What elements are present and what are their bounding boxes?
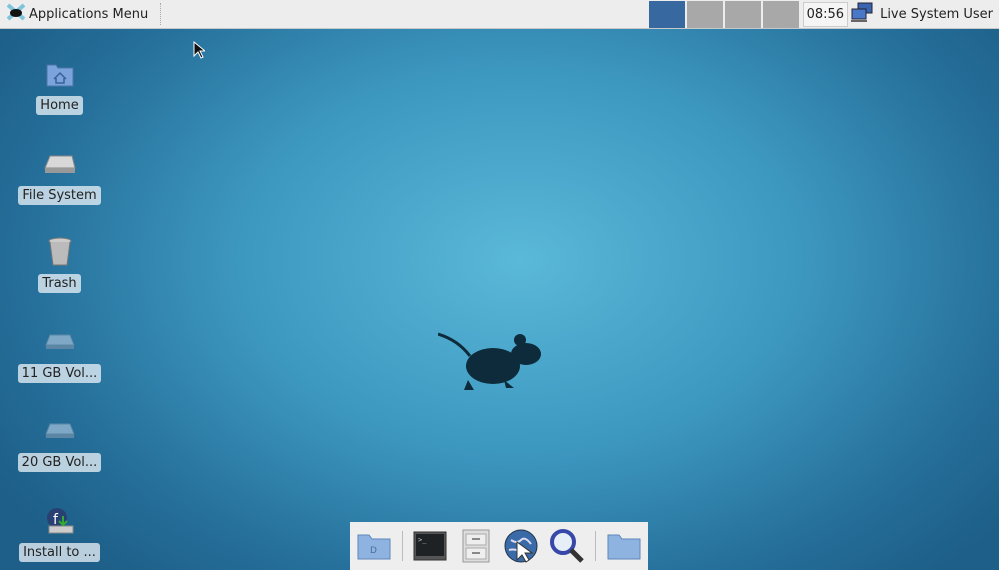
clock[interactable]: 08:56 bbox=[802, 1, 849, 27]
network-icon[interactable] bbox=[850, 1, 874, 27]
file-cabinet-icon[interactable] bbox=[458, 528, 494, 564]
dock-panel: D >_ bbox=[350, 522, 648, 570]
terminal-icon[interactable]: >_ bbox=[412, 528, 448, 564]
icon-label: Home bbox=[36, 96, 83, 115]
icon-label: Trash bbox=[38, 274, 81, 293]
show-desktop-icon[interactable]: D bbox=[356, 528, 392, 564]
drive-icon bbox=[44, 326, 76, 358]
xfce-mouse-wallpaper-logo bbox=[437, 330, 550, 396]
workspace-4[interactable] bbox=[762, 0, 799, 28]
installer-icon: f bbox=[44, 505, 76, 537]
desktop-icon-file-system[interactable]: File System bbox=[18, 148, 101, 205]
web-browser-icon[interactable] bbox=[503, 528, 539, 564]
user-menu[interactable]: Live System User bbox=[874, 7, 999, 22]
icon-label: 20 GB Vol... bbox=[17, 453, 102, 472]
panel-separator bbox=[160, 3, 162, 25]
applications-menu-button[interactable]: Applications Menu bbox=[0, 0, 154, 29]
icon-label: 11 GB Vol... bbox=[17, 364, 102, 383]
drive-icon bbox=[43, 148, 76, 180]
icon-label: File System bbox=[18, 186, 101, 205]
trash-icon bbox=[44, 236, 76, 268]
desktop-icon-20gb-volume[interactable]: 20 GB Vol... bbox=[17, 415, 102, 472]
desktop-icon-trash[interactable]: Trash bbox=[18, 236, 101, 293]
desktop-icon-11gb-volume[interactable]: 11 GB Vol... bbox=[17, 326, 102, 383]
top-panel: Applications Menu 08:56 Live System User bbox=[0, 0, 999, 29]
search-icon[interactable] bbox=[549, 528, 585, 564]
icon-label: Install to ... bbox=[19, 543, 100, 562]
dock-separator bbox=[595, 531, 597, 561]
workspace-2[interactable] bbox=[686, 0, 723, 28]
xfce-mouse-icon bbox=[6, 3, 26, 25]
applications-menu-label: Applications Menu bbox=[29, 6, 149, 22]
folder-icon[interactable] bbox=[606, 528, 642, 564]
svg-text:D: D bbox=[370, 546, 377, 556]
drive-icon bbox=[44, 415, 76, 447]
desktop-icon-home[interactable]: Home bbox=[18, 58, 101, 115]
home-folder-icon bbox=[44, 58, 76, 90]
mouse-cursor bbox=[193, 40, 207, 63]
svg-text:>_: >_ bbox=[418, 536, 427, 544]
workspace-3[interactable] bbox=[724, 0, 761, 28]
workspace-1[interactable] bbox=[648, 0, 685, 28]
dock-separator bbox=[401, 531, 403, 561]
desktop-icon-install[interactable]: f Install to ... bbox=[18, 505, 101, 562]
